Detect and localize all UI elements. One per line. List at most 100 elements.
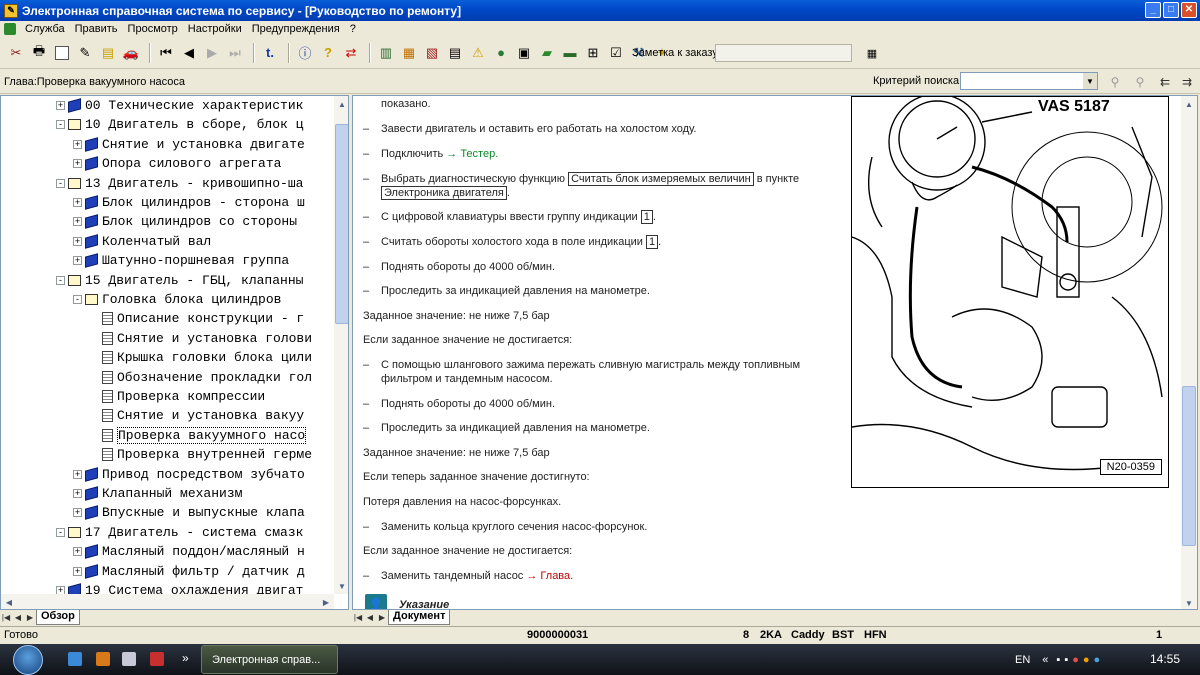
tree-item[interactable]: Обозначение прокладки гол (90, 368, 312, 387)
vehicle-icon[interactable]: ▬ (560, 43, 580, 63)
print-icon[interactable]: 🖶 (29, 43, 49, 63)
tree-item[interactable]: +19 Система охлаждения двигат (56, 581, 303, 594)
engine-illustration[interactable]: VAS 5187 N20-0359 (851, 96, 1169, 488)
scroll-down-icon[interactable]: ▼ (1181, 595, 1197, 609)
globe-icon[interactable]: ● (491, 43, 511, 63)
warning-icon[interactable]: ⚠ (468, 43, 488, 63)
first-page-icon[interactable]: ⏮ (156, 43, 176, 63)
green-book-icon[interactable]: ▰ (537, 43, 557, 63)
expand-icon[interactable]: + (73, 489, 82, 498)
tree-item[interactable]: - 17 Двигатель - система смазк (56, 523, 303, 542)
expand-icon[interactable]: + (73, 236, 82, 246)
tree-item[interactable]: + Блок цилиндров - сторона ш (73, 193, 305, 212)
order-note-button-icon[interactable]: ▦ (862, 43, 882, 63)
desktop-icon[interactable] (122, 652, 136, 666)
tool-icon[interactable]: ✂ (6, 43, 26, 63)
last-page-icon[interactable]: ⏭ (225, 43, 245, 63)
more-icon[interactable]: » (182, 651, 189, 665)
menu-service[interactable]: Служба (20, 23, 70, 35)
search-next-icon[interactable]: ⚲ (1130, 72, 1150, 92)
tree-item[interactable]: + Привод посредством зубчато (73, 465, 305, 484)
collapse-icon[interactable]: - (73, 295, 82, 304)
tree-item[interactable]: + Опора силового агрегата (73, 154, 281, 173)
edit-icon[interactable]: ✎ (75, 43, 95, 63)
tree-item[interactable]: + Клапанный механизм (73, 484, 242, 503)
search-prev-icon[interactable]: ⚲ (1105, 72, 1125, 92)
tree-item[interactable]: Крышка головки блока цили (90, 348, 312, 367)
car-icon[interactable]: 🚗 (121, 43, 141, 63)
tab-first-icon[interactable]: |◀ (352, 613, 364, 622)
scroll-down-icon[interactable]: ▼ (334, 578, 348, 594)
scroll-up-icon[interactable]: ▲ (1181, 96, 1197, 112)
help-icon[interactable]: ? (318, 43, 338, 63)
order-note-input[interactable] (715, 44, 852, 62)
volume-icon[interactable]: ▪ (1064, 654, 1068, 666)
new-document-icon[interactable] (52, 43, 72, 63)
tree-item[interactable]: - 13 Двигатель - кривошипно-ша (56, 174, 303, 193)
diagram-icon[interactable]: ⊞ (583, 43, 603, 63)
tree-vertical-scrollbar[interactable]: ▲ ▼ (334, 96, 348, 594)
ie-icon[interactable] (68, 652, 82, 666)
app-quicklaunch-icon[interactable] (150, 652, 164, 666)
tree-item[interactable]: + Масляный фильтр / датчик д (73, 562, 305, 581)
scroll-thumb[interactable] (335, 124, 348, 324)
collapse-icon[interactable]: - (56, 527, 65, 537)
expand-icon[interactable]: + (73, 198, 82, 207)
go-up-icon[interactable]: t. (260, 43, 280, 63)
clock[interactable]: 14:55 (1150, 652, 1180, 666)
scroll-up-icon[interactable]: ▲ (334, 96, 348, 112)
expand-icon[interactable]: + (73, 139, 82, 149)
tree-item[interactable]: + Впускные и выпускные клапа (73, 503, 305, 522)
tab-next-icon[interactable]: ▶ (376, 613, 388, 622)
language-indicator[interactable]: EN (1015, 654, 1030, 666)
update-icon[interactable]: ● (1083, 654, 1090, 666)
collapse-icon[interactable]: - (56, 120, 65, 130)
tree-item[interactable]: + Блок цилиндров со стороны (73, 212, 297, 231)
search-criteria-select[interactable]: ▼ (960, 72, 1098, 90)
next-icon[interactable]: ▶ (202, 43, 222, 63)
minimize-button[interactable]: _ (1145, 2, 1161, 18)
expand-icon[interactable]: + (73, 566, 82, 576)
checklist-icon[interactable]: ☑ (606, 43, 626, 63)
sync-left-icon[interactable]: ⇇ (1155, 72, 1175, 92)
tree-item[interactable]: - 15 Двигатель - ГБЦ, клапанны (56, 271, 303, 290)
tree-item[interactable]: + Снятие и установка двигате (73, 135, 305, 154)
chapter-link[interactable]: → Глава. (526, 570, 573, 582)
tree-item[interactable]: + Коленчатый вал (73, 232, 211, 251)
info-icon[interactable]: ⓘ (295, 43, 315, 63)
expand-icon[interactable]: + (73, 159, 82, 169)
scroll-thumb[interactable] (1182, 386, 1196, 546)
menu-edit[interactable]: Править (70, 23, 123, 35)
menu-help[interactable]: ? (345, 23, 361, 35)
expand-icon[interactable]: + (73, 256, 82, 266)
collapse-icon[interactable]: - (56, 178, 65, 188)
scroll-left-icon[interactable]: ◀ (1, 594, 17, 609)
shield-icon[interactable]: ● (1072, 654, 1079, 666)
tree-item[interactable]: + Шатунно-поршневая группа (73, 251, 289, 270)
manual-icon[interactable]: ▧ (422, 43, 442, 63)
tab-document[interactable]: Документ (388, 609, 451, 625)
expand-icon[interactable]: + (73, 217, 82, 227)
swap-icon[interactable]: ⇄ (341, 43, 361, 63)
close-button[interactable]: ✕ (1181, 2, 1197, 18)
expand-icon[interactable]: + (56, 586, 65, 594)
folder-icon[interactable]: ▤ (98, 43, 118, 63)
tree-item[interactable]: Снятие и установка голови (90, 329, 312, 348)
start-button[interactable] (13, 645, 43, 675)
tester-link[interactable]: → Тестер. (446, 148, 498, 160)
scroll-right-icon[interactable]: ▶ (318, 594, 334, 609)
tray-app-icon[interactable]: ● (1094, 654, 1101, 666)
tree-item[interactable]: Описание конструкции - г (90, 309, 304, 328)
tree-item[interactable]: - 10 Двигатель в сборе, блок ц (56, 115, 303, 134)
firefox-icon[interactable] (96, 652, 110, 666)
tab-overview[interactable]: Обзор (36, 609, 80, 625)
expand-icon[interactable]: + (73, 469, 82, 479)
tree-item[interactable]: +00 Технические характеристик (56, 96, 303, 115)
tree-item[interactable]: - Головка блока цилиндров (73, 290, 281, 309)
network-icon[interactable]: ▪ (1056, 654, 1060, 666)
maximize-button[interactable]: □ (1163, 2, 1179, 18)
tree-item[interactable]: Проверка вакуумного насо (90, 426, 307, 445)
previous-icon[interactable]: ◀ (179, 43, 199, 63)
menu-settings[interactable]: Настройки (183, 23, 247, 35)
expand-icon[interactable]: + (56, 101, 65, 110)
